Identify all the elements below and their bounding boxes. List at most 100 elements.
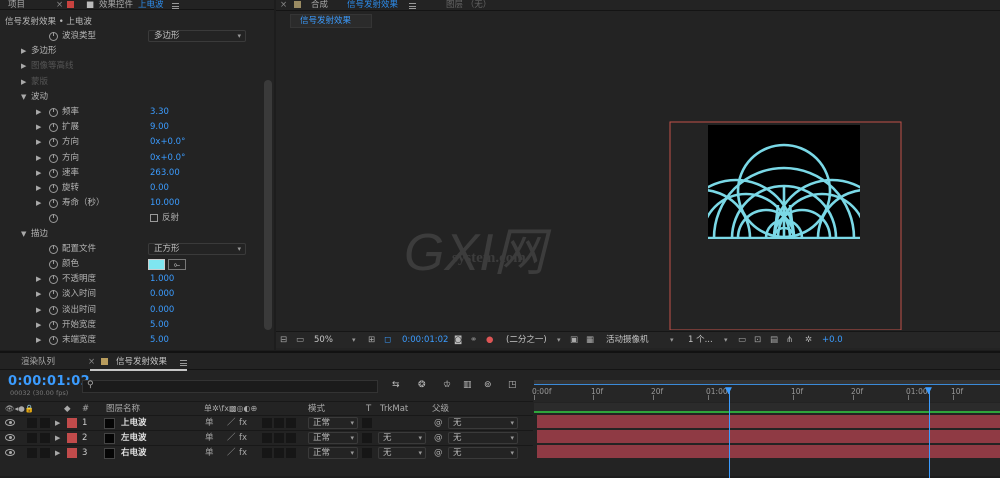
fx-switch-icon[interactable]: fx [239, 446, 247, 460]
layer-name[interactable]: 左电波 [121, 431, 147, 445]
triangle-right-icon[interactable]: ▶ [21, 44, 26, 59]
triangle-right-icon[interactable]: ▶ [36, 135, 41, 150]
eye-icon[interactable] [5, 419, 15, 426]
snapshot-icon[interactable]: ◙ [454, 332, 462, 348]
triangle-right-icon[interactable]: ▶ [36, 272, 41, 287]
fx-switch-icon[interactable]: fx [239, 431, 247, 445]
effect-property-row[interactable]: ▶ 方向 0x+0.0° [0, 151, 262, 166]
audio-toggle[interactable] [27, 448, 37, 458]
triangle-right-icon[interactable]: ▶ [21, 75, 26, 90]
effect-property-row[interactable]: ▶ 图像等高线 [0, 59, 262, 74]
marker-handle[interactable]: ▼ [925, 387, 932, 396]
parent-select[interactable]: 无 ▾ [448, 417, 518, 429]
stopwatch-icon[interactable] [49, 168, 58, 178]
preserve-transparency-toggle[interactable] [362, 418, 372, 428]
tab-composition[interactable]: 信号发射效果 [347, 0, 398, 10]
effect-property-row[interactable]: ▶ 淡出时间 0.000 [0, 303, 262, 318]
chevron-down-icon[interactable]: ▾ [670, 332, 674, 348]
property-dropdown[interactable]: 多边形 ▾ [148, 30, 246, 42]
property-value[interactable]: 3.30 [150, 105, 169, 120]
effect-property-row[interactable]: ▶ 寿命（秒） 10.000 [0, 196, 262, 211]
transparency-grid-icon[interactable]: ▦ [586, 332, 594, 348]
effect-property-row[interactable]: ▶ 开始宽度 5.00 [0, 318, 262, 333]
lock-icon[interactable] [67, 1, 74, 8]
tab-project[interactable]: 项目 [8, 0, 25, 10]
toggle-pixel-icon[interactable]: ▭ [738, 332, 746, 348]
chevron-down-icon[interactable]: ▾ [724, 332, 728, 348]
stopwatch-icon[interactable] [49, 260, 58, 269]
camera-select[interactable]: 活动摄像机 [606, 332, 649, 348]
triangle-right-icon[interactable]: ▶ [36, 105, 41, 120]
layer-bar-3[interactable] [537, 445, 1000, 458]
stopwatch-icon[interactable] [49, 108, 58, 117]
effect-property-row[interactable]: ▶ 频率 3.30 [0, 105, 262, 120]
eye-icon[interactable] [5, 449, 15, 456]
safe-zones-icon[interactable]: ⊞ [368, 332, 375, 348]
current-time-readout[interactable]: 0:00:01:02 [402, 332, 448, 348]
close-icon[interactable]: × [56, 0, 63, 10]
effect-property-row[interactable]: ▶ 旋转 0.00 [0, 181, 262, 196]
triangle-down-icon[interactable]: ▼ [21, 227, 26, 242]
stopwatch-icon[interactable] [49, 184, 58, 193]
stopwatch-icon[interactable] [49, 290, 58, 300]
exposure-reset-icon[interactable]: ✲ [805, 332, 812, 348]
property-value[interactable]: 9.00 [150, 120, 169, 135]
fx-switch-icon[interactable]: fx [239, 416, 247, 430]
effect-property-row[interactable]: ▶ 速率 263.00 [0, 166, 262, 181]
close-icon[interactable]: × [280, 0, 287, 10]
effect-property-row[interactable]: ▶ 多边形 [0, 44, 262, 59]
fast-preview-icon[interactable]: ⊡ [754, 332, 761, 348]
switch-slot[interactable] [262, 448, 272, 458]
triangle-right-icon[interactable]: ▶ [36, 196, 41, 211]
label-color-swatch[interactable] [67, 448, 77, 458]
reflect-checkbox[interactable] [150, 214, 158, 223]
effect-property-row[interactable]: ▶ 蒙版 [0, 75, 262, 90]
preserve-transparency-toggle[interactable] [362, 448, 372, 458]
switch-slot[interactable] [262, 433, 272, 443]
solo-toggle[interactable] [40, 433, 50, 443]
layer-name[interactable]: 上电波 [121, 416, 147, 430]
color-channel-icon[interactable]: ● [486, 332, 493, 348]
quality-switch-icon[interactable]: ／ [227, 446, 236, 460]
effect-property-row[interactable]: 配置文件 正方形 ▾ [0, 242, 262, 257]
solo-toggle[interactable] [40, 448, 50, 458]
quality-switch-icon[interactable]: ／ [227, 431, 236, 445]
tab-effect-controls[interactable]: 效果控件 [99, 0, 133, 10]
draft-3d-icon[interactable]: ❂ [418, 380, 426, 390]
stopwatch-icon[interactable] [49, 336, 58, 345]
trkmat-select[interactable]: 无 ▾ [378, 432, 426, 444]
property-value[interactable]: 0.000 [150, 303, 174, 318]
resolution-select[interactable]: (二分之一) [506, 332, 547, 348]
triangle-right-icon[interactable]: ▶ [55, 416, 60, 430]
switch-slot[interactable] [274, 448, 284, 458]
switch-slot[interactable] [286, 418, 296, 428]
effect-property-row[interactable]: ▶ 淡入时间 0.000 [0, 287, 262, 302]
quality-switch-icon[interactable]: ／ [227, 416, 236, 430]
switch-slot[interactable] [286, 448, 296, 458]
layer-bar-2[interactable] [537, 430, 1000, 443]
tab-render-queue[interactable]: 渲染队列 [21, 357, 55, 367]
property-value[interactable]: 5.00 [150, 318, 169, 333]
layer-row[interactable]: ▶ 3 右电波 单 ／ fx 正常 ▾ 无 ▾ @ 无 ▾ [0, 445, 533, 460]
parent-select[interactable]: 无 ▾ [448, 432, 518, 444]
label-color-swatch[interactable] [67, 418, 77, 428]
property-value[interactable]: 1.000 [150, 272, 174, 287]
stopwatch-icon[interactable] [49, 320, 58, 330]
switch-slot[interactable] [286, 433, 296, 443]
stopwatch-icon[interactable] [49, 138, 58, 148]
property-dropdown[interactable]: 正方形 ▾ [148, 242, 246, 255]
lock-icon[interactable] [294, 1, 301, 8]
label-color-swatch[interactable] [67, 433, 77, 443]
panel-menu-icon[interactable] [409, 2, 416, 12]
stopwatch-icon[interactable] [49, 199, 58, 209]
property-value[interactable]: 10.000 [150, 196, 180, 211]
tab-layer-viewer[interactable]: 图层 （无） [446, 0, 491, 10]
eyedropper-icon[interactable]: ⟜ [168, 259, 186, 270]
comp-tab-prefix[interactable]: 合成 [311, 0, 328, 10]
views-select[interactable]: 1 个... [688, 332, 713, 348]
timeline-icon[interactable]: ▤ [770, 332, 778, 348]
panel-menu-icon[interactable] [180, 359, 187, 369]
comp-mini-flowchart-icon[interactable]: ⇆ [392, 380, 400, 390]
property-value[interactable]: 0x+0.0° [150, 135, 185, 150]
effect-property-row[interactable]: ▼ 描边 [0, 227, 262, 242]
